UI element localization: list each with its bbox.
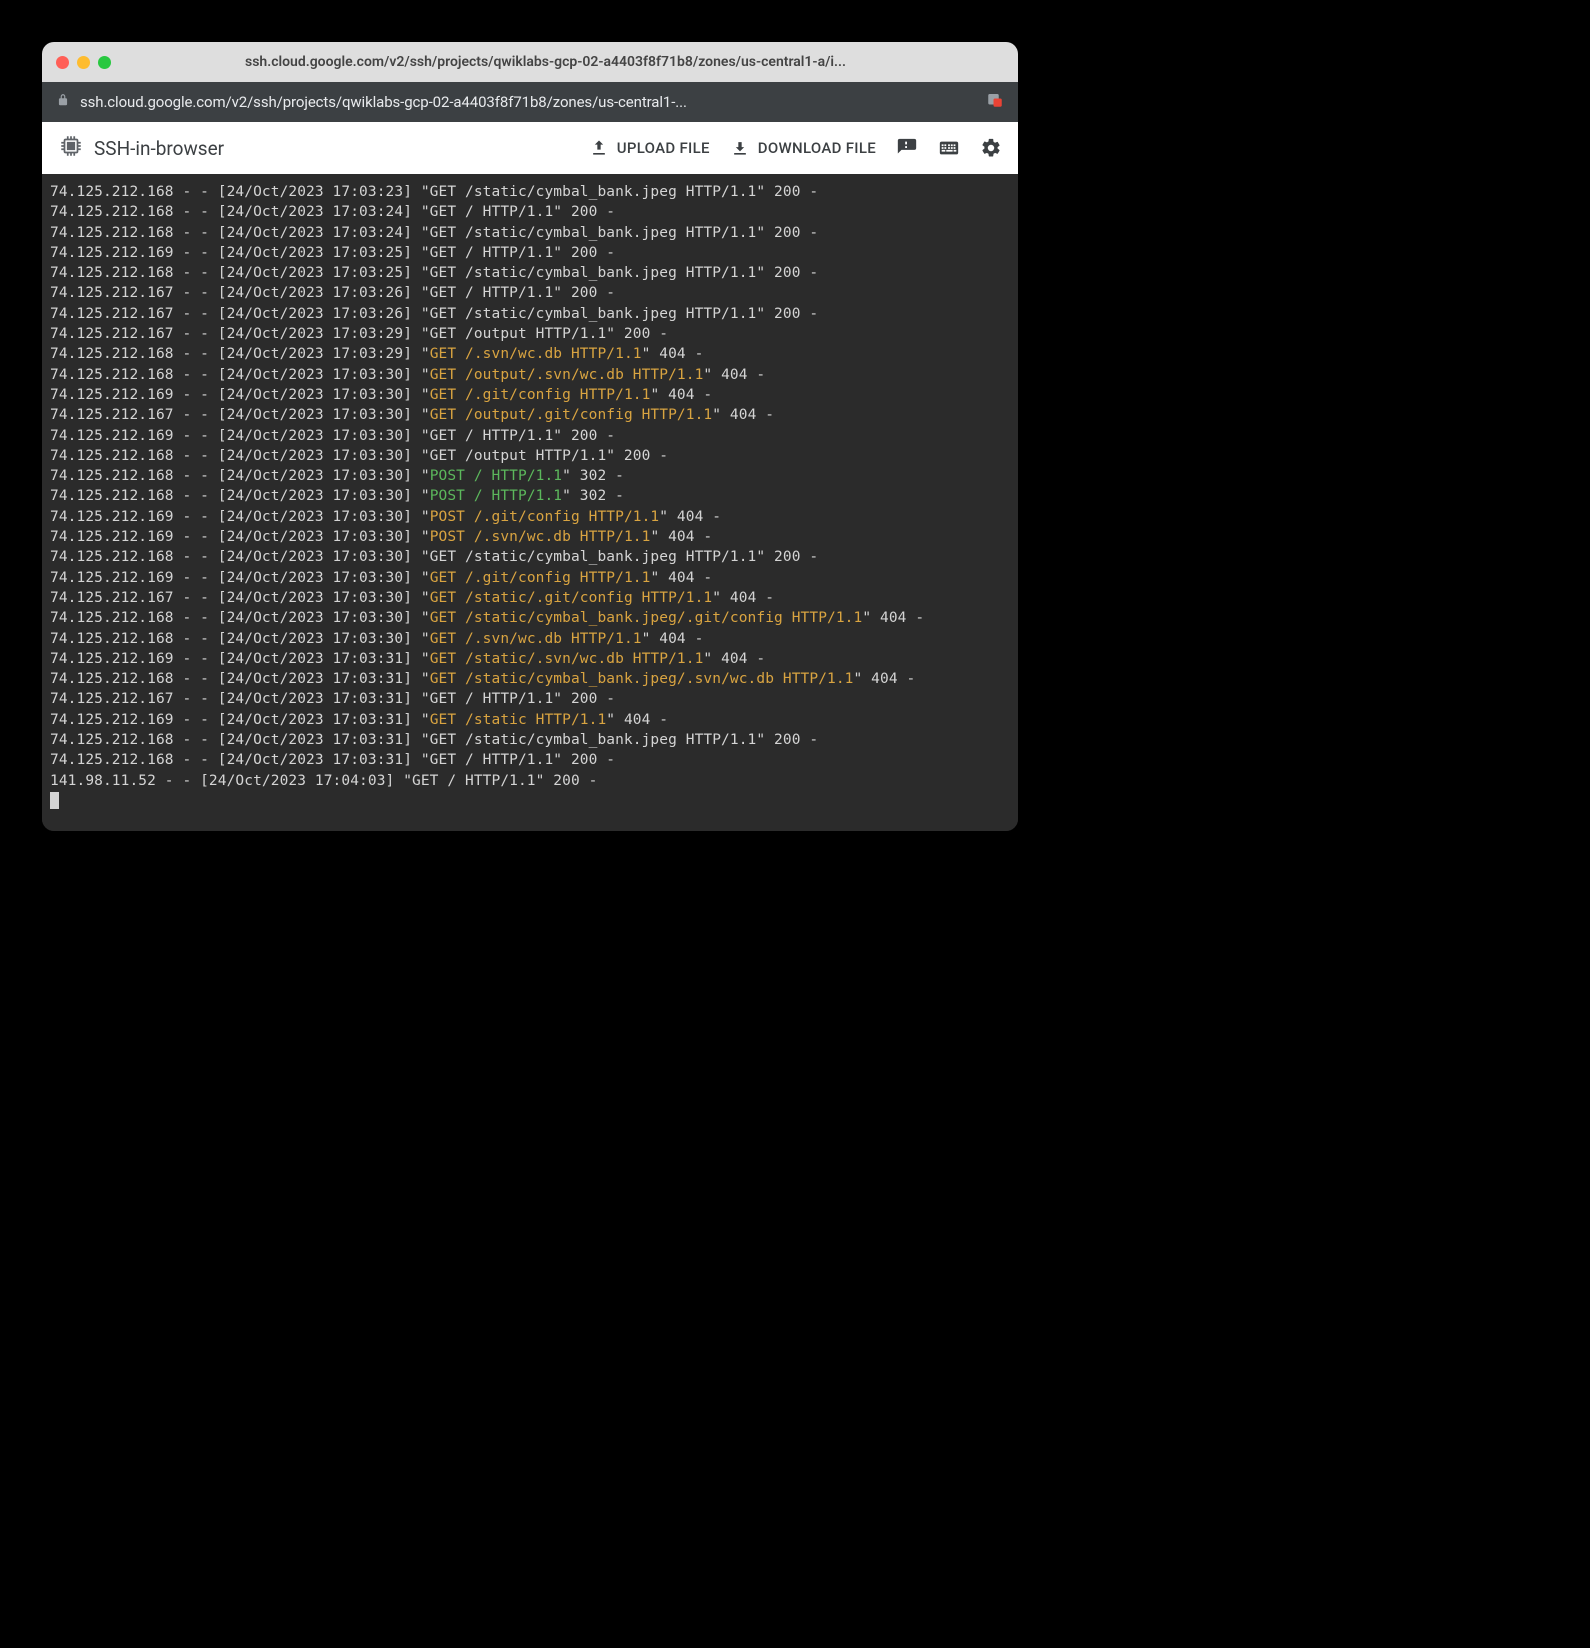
download-file-button[interactable]: DOWNLOAD FILE [730, 138, 876, 158]
window-title: ssh.cloud.google.com/v2/ssh/projects/qwi… [119, 54, 1004, 70]
brand-text: SSH-in-browser [94, 137, 224, 160]
keyboard-button[interactable] [938, 137, 960, 159]
upload-label: UPLOAD FILE [617, 139, 710, 157]
traffic-lights [56, 56, 111, 69]
upload-file-button[interactable]: UPLOAD FILE [589, 138, 710, 158]
download-label: DOWNLOAD FILE [758, 139, 876, 157]
feedback-button[interactable] [896, 137, 918, 159]
translate-icon[interactable] [986, 91, 1004, 113]
brand: SSH-in-browser [58, 133, 569, 163]
settings-button[interactable] [980, 137, 1002, 159]
terminal-output[interactable]: 74.125.212.168 - - [24/Oct/2023 17:03:23… [42, 174, 1018, 831]
window-titlebar: ssh.cloud.google.com/v2/ssh/projects/qwi… [42, 42, 1018, 82]
minimize-window-button[interactable] [77, 56, 90, 69]
terminal-cursor [50, 792, 59, 809]
url-text: ssh.cloud.google.com/v2/ssh/projects/qwi… [80, 93, 976, 111]
close-window-button[interactable] [56, 56, 69, 69]
url-bar[interactable]: ssh.cloud.google.com/v2/ssh/projects/qwi… [42, 82, 1018, 122]
ssh-toolbar: SSH-in-browser UPLOAD FILE DOWNLOAD FILE [42, 122, 1018, 174]
maximize-window-button[interactable] [98, 56, 111, 69]
lock-icon [56, 93, 70, 111]
chip-icon [58, 133, 84, 163]
browser-window: ssh.cloud.google.com/v2/ssh/projects/qwi… [42, 42, 1018, 831]
